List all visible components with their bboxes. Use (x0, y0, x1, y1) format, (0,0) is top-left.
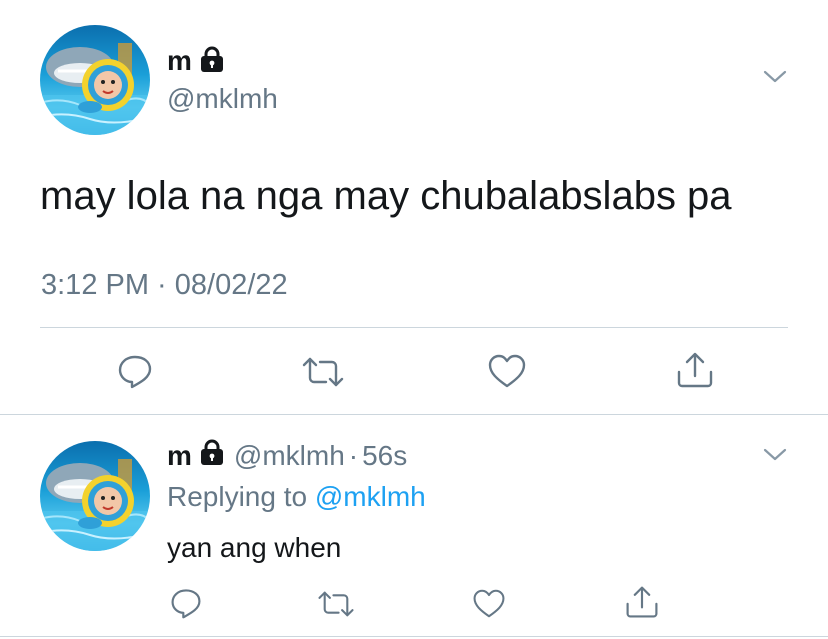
reply-display-name[interactable]: m (167, 439, 192, 473)
reply-age[interactable]: 56s (362, 439, 407, 473)
reply-header: m @mklmh · 56s (167, 439, 407, 473)
replying-to: Replying to @mklmh (167, 480, 426, 514)
avatar[interactable] (40, 25, 150, 135)
lock-icon (200, 46, 224, 77)
lock-icon (200, 439, 224, 473)
reply-avatar[interactable] (40, 441, 150, 551)
chevron-down-icon[interactable] (762, 444, 788, 464)
replying-prefix: Replying to (167, 481, 308, 512)
separator: · (348, 440, 359, 471)
display-name-row: m (167, 44, 224, 78)
retweet-icon[interactable] (300, 354, 346, 390)
share-icon[interactable] (624, 584, 660, 620)
replying-handle-link[interactable]: @mklmh (315, 481, 426, 512)
handle[interactable]: @mklmh (167, 82, 278, 116)
reply-handle[interactable]: @mklmh (234, 439, 345, 473)
like-icon[interactable] (487, 353, 527, 389)
chevron-down-icon[interactable] (762, 66, 788, 86)
retweet-icon[interactable] (316, 588, 356, 620)
like-icon[interactable] (472, 588, 506, 619)
timestamp[interactable]: 3:12 PM · 08/02/22 (41, 267, 288, 303)
reply-icon[interactable] (116, 352, 154, 390)
reply-icon[interactable] (169, 586, 203, 620)
divider (40, 327, 788, 328)
display-name[interactable]: m (167, 44, 192, 78)
tweet-text: may lola na nga may chubalabslabs pa (40, 174, 732, 218)
bottom-divider (0, 636, 828, 637)
share-icon[interactable] (675, 350, 715, 390)
reply-text: yan ang when (167, 532, 342, 563)
section-divider (0, 414, 828, 415)
